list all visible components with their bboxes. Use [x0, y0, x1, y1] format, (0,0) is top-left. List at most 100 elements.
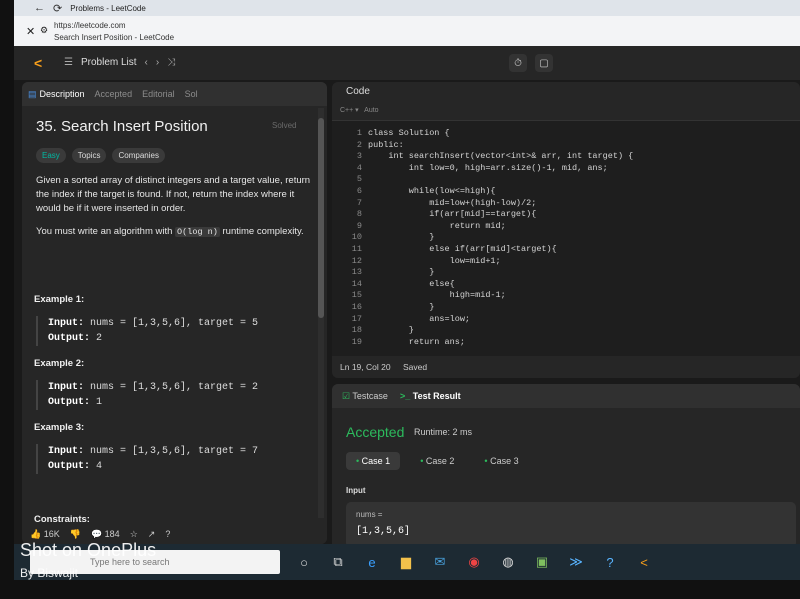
- topbar-actions: ⏱ ▢: [509, 54, 553, 72]
- example-2-box: Input: nums = [1,3,5,6], target = 2 Outp…: [36, 380, 318, 410]
- save-status: Saved: [402, 362, 428, 372]
- dislike-icon[interactable]: 👎: [70, 529, 81, 540]
- scrollbar-thumb[interactable]: [318, 118, 324, 318]
- code-line[interactable]: 13 }: [332, 267, 800, 279]
- comments-button[interactable]: 💬 184: [91, 529, 120, 540]
- mail-icon[interactable]: ✉: [428, 550, 452, 574]
- leetcode-taskbar-icon[interactable]: <: [632, 550, 656, 574]
- problem-title: 35. Search Insert Position: [36, 118, 208, 135]
- code-text: }: [368, 232, 435, 243]
- code-line[interactable]: 17 ans=low;: [332, 314, 800, 326]
- share-icon[interactable]: ↗: [148, 529, 156, 540]
- timer-icon[interactable]: ⏱: [509, 54, 527, 72]
- code-line[interactable]: 16 }: [332, 302, 800, 314]
- problem-list-link[interactable]: Problem List: [81, 57, 137, 68]
- edge-icon[interactable]: e: [360, 550, 384, 574]
- url-text[interactable]: https://leetcode.com: [54, 21, 126, 30]
- leetcode-logo-icon[interactable]: <: [34, 55, 50, 71]
- code-line[interactable]: 2 public:: [332, 140, 800, 152]
- line-number: 1: [356, 128, 362, 138]
- case-3-button[interactable]: • Case 3: [474, 452, 528, 470]
- tab-editorial[interactable]: Editorial: [142, 89, 175, 99]
- code-line[interactable]: 14 else{: [332, 279, 800, 291]
- refresh-icon[interactable]: ⟳: [53, 2, 62, 15]
- line-number: 10: [351, 232, 362, 243]
- site-settings-icon[interactable]: ⚙: [40, 25, 48, 36]
- terminal-icon: >_: [399, 391, 411, 401]
- line-number: 12: [351, 255, 362, 266]
- task-view-icon[interactable]: ⧉: [326, 550, 350, 574]
- case-2-button[interactable]: • Case 2: [410, 452, 464, 470]
- companies-button[interactable]: Companies: [112, 148, 165, 163]
- example-2-title: Example 2:: [34, 358, 85, 369]
- code-line[interactable]: 8 if(arr[mid]==target){: [332, 209, 800, 221]
- tab-solutions[interactable]: Sol: [185, 89, 198, 99]
- problem-list-nav: ☰ Problem List ‹ › ⤨: [64, 57, 175, 68]
- code-line[interactable]: 18 }: [332, 325, 800, 337]
- line-number: 3: [356, 151, 362, 162]
- topics-button[interactable]: Topics: [71, 148, 107, 163]
- code-text: return ans;: [368, 336, 465, 347]
- code-line[interactable]: 1 class Solution {: [332, 128, 800, 140]
- back-icon[interactable]: ←: [34, 2, 45, 14]
- code-text: }: [368, 267, 435, 278]
- chrome-icon[interactable]: ◉: [462, 550, 486, 574]
- code-line[interactable]: 9 return mid;: [332, 221, 800, 233]
- language-selector[interactable]: C++ ▾ Auto: [332, 102, 800, 121]
- like-button[interactable]: 👍 16K: [30, 529, 60, 540]
- tab-test-result[interactable]: >_ Test Result: [400, 391, 461, 401]
- star-icon[interactable]: ☆: [130, 529, 138, 540]
- code-line[interactable]: 12 low=mid+1;: [332, 256, 800, 268]
- code-text: ans=low;: [368, 313, 471, 324]
- github-icon[interactable]: ◍: [496, 550, 520, 574]
- code-line[interactable]: 3 int searchInsert(vector<int>& arr, int…: [332, 151, 800, 163]
- description-tabs: ▤ Description Accepted Editorial Sol: [22, 82, 327, 106]
- problem-description: Given a sorted array of distinct integer…: [36, 174, 314, 248]
- app-icon[interactable]: ▣: [530, 550, 554, 574]
- shuffle-icon[interactable]: ⤨: [167, 57, 175, 68]
- complexity-code: O(log n): [175, 227, 220, 237]
- input-value-box: nums = [1,3,5,6]: [346, 502, 796, 548]
- code-text: class Solution {: [368, 128, 450, 138]
- code-line[interactable]: 5: [332, 174, 800, 186]
- code-line[interactable]: 7 mid=low+(high-low)/2;: [332, 198, 800, 210]
- result-status: Accepted: [346, 424, 405, 440]
- line-number: 18: [351, 325, 362, 336]
- code-panel: Code C++ ▾ Auto 1 class Solution {2 public…: [332, 82, 800, 378]
- line-number: 4: [356, 162, 362, 173]
- notes-icon[interactable]: ▢: [535, 54, 553, 72]
- line-number: 15: [351, 290, 362, 301]
- code-editor[interactable]: 1 class Solution { 2 public: 3 int searchIns…: [332, 124, 800, 349]
- watermark-line-2: By Biswajit: [20, 566, 79, 580]
- code-line[interactable]: 11 else if(arr[mid]<target){: [332, 244, 800, 256]
- code-line[interactable]: 4 int low=0, high=arr.size()-1, mid, ans…: [332, 163, 800, 175]
- code-line[interactable]: 19 return ans;: [332, 337, 800, 349]
- help-icon[interactable]: ?: [165, 529, 170, 539]
- vscode-icon[interactable]: ≫: [564, 550, 588, 574]
- code-line[interactable]: 15 high=mid-1;: [332, 290, 800, 302]
- code-line[interactable]: 10 }: [332, 232, 800, 244]
- tab-accepted[interactable]: Accepted: [95, 89, 133, 99]
- prev-problem-icon[interactable]: ‹: [145, 57, 148, 68]
- code-text: }: [368, 302, 435, 312]
- file-explorer-icon[interactable]: ▆: [394, 550, 418, 574]
- close-icon[interactable]: ✕: [26, 25, 35, 38]
- code-text: else{: [368, 278, 455, 289]
- watermark-line-1: Shot on OnePlus: [20, 540, 157, 560]
- tab-description[interactable]: ▤ Description: [28, 89, 85, 100]
- case-1-button[interactable]: • Case 1: [346, 452, 401, 470]
- tab-testcase[interactable]: ☑ Testcase: [342, 391, 388, 402]
- code-line[interactable]: 6 while(low<=high){: [332, 186, 800, 198]
- code-text: while(low<=high){: [368, 186, 496, 196]
- next-problem-icon[interactable]: ›: [156, 57, 159, 68]
- cortana-icon[interactable]: ○: [292, 550, 316, 574]
- code-text: else if(arr[mid]<target){: [368, 244, 557, 254]
- code-text: }: [368, 325, 414, 336]
- browser-tab-title[interactable]: Problems - LeetCode: [70, 4, 146, 13]
- difficulty-badge: Easy: [36, 148, 66, 163]
- help-app-icon[interactable]: ?: [598, 550, 622, 574]
- line-number: 16: [351, 302, 362, 312]
- line-number: 19: [351, 336, 362, 347]
- line-number: 13: [351, 267, 362, 278]
- description-scrollbar[interactable]: [318, 108, 324, 518]
